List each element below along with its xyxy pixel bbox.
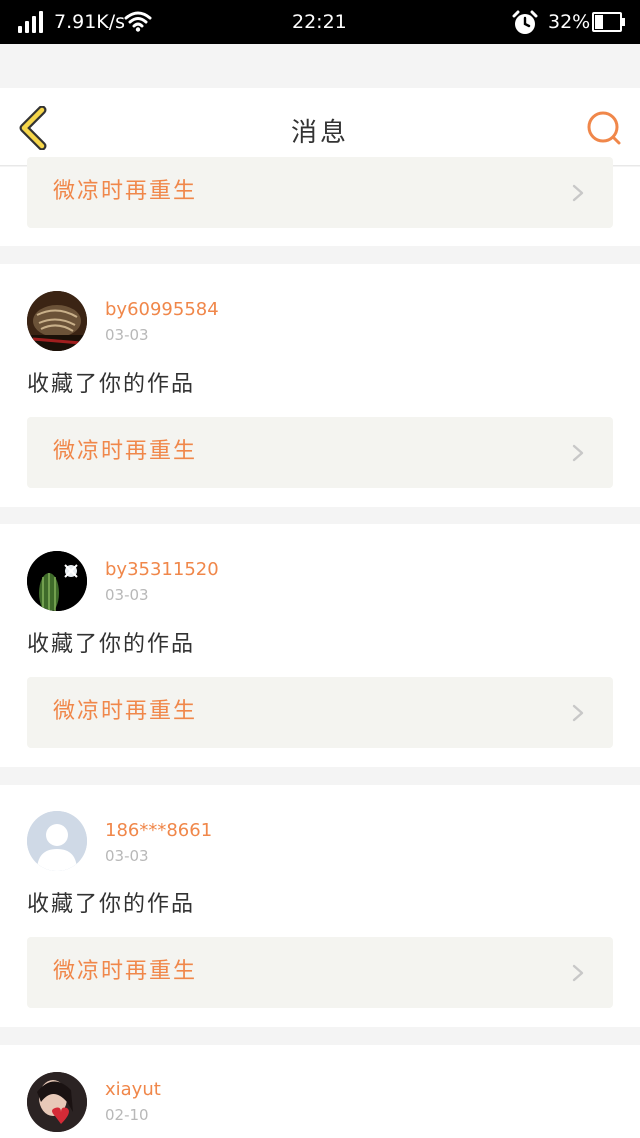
battery-icon xyxy=(592,12,626,32)
chevron-right-icon xyxy=(572,184,584,202)
alarm-icon xyxy=(512,10,538,34)
message-card-partial: 微凉时再重生 xyxy=(0,157,640,246)
default-avatar-icon xyxy=(27,811,87,871)
message-date: 03-03 xyxy=(105,586,149,604)
avatar[interactable] xyxy=(27,1072,87,1132)
work-link[interactable]: 微凉时再重生 xyxy=(27,937,613,1008)
username[interactable]: by60995584 xyxy=(105,298,219,322)
message-date: 03-03 xyxy=(105,326,149,344)
net-speed: 7.91K/s xyxy=(54,11,126,33)
work-title: 微凉时再重生 xyxy=(53,439,198,464)
username[interactable]: 186***8661 xyxy=(105,819,212,843)
work-link[interactable]: 微凉时再重生 xyxy=(27,417,613,488)
chevron-right-icon xyxy=(572,444,584,462)
message-card: by60995584 03-03 收藏了你的作品 微凉时再重生 xyxy=(0,264,640,507)
username[interactable]: xiayut xyxy=(105,1078,161,1102)
work-title: 微凉时再重生 xyxy=(53,179,198,204)
wifi-icon xyxy=(124,11,152,32)
work-link[interactable]: 微凉时再重生 xyxy=(27,677,613,748)
message-card: 186***8661 03-03 收藏了你的作品 微凉时再重生 xyxy=(0,785,640,1027)
battery-percent: 32% xyxy=(548,11,591,33)
message-text: 收藏了你的作品 xyxy=(27,632,196,657)
chevron-right-icon xyxy=(572,964,584,982)
page-title: 消息 xyxy=(290,118,349,148)
username[interactable]: by35311520 xyxy=(105,558,219,582)
message-text: 收藏了你的作品 xyxy=(27,372,196,397)
app-header: 消息 xyxy=(0,88,640,166)
work-title: 微凉时再重生 xyxy=(53,699,198,724)
message-date: 02-10 xyxy=(105,1106,149,1124)
search-icon xyxy=(587,111,621,145)
avatar[interactable] xyxy=(27,811,87,871)
message-date: 03-03 xyxy=(105,847,149,865)
signal-icon xyxy=(18,11,46,33)
message-card: by35311520 03-03 收藏了你的作品 微凉时再重生 xyxy=(0,524,640,767)
work-link[interactable]: 微凉时再重生 xyxy=(27,157,613,228)
avatar[interactable] xyxy=(27,551,87,611)
avatar[interactable] xyxy=(27,291,87,351)
message-text: 收藏了你的作品 xyxy=(27,892,196,917)
message-card: xiayut 02-10 xyxy=(0,1045,640,1138)
clock: 22:21 xyxy=(292,11,347,33)
search-button[interactable] xyxy=(584,108,624,148)
chevron-right-icon xyxy=(572,704,584,722)
work-title: 微凉时再重生 xyxy=(53,959,198,984)
status-bar: 7.91K/s 22:21 32% xyxy=(0,0,640,44)
